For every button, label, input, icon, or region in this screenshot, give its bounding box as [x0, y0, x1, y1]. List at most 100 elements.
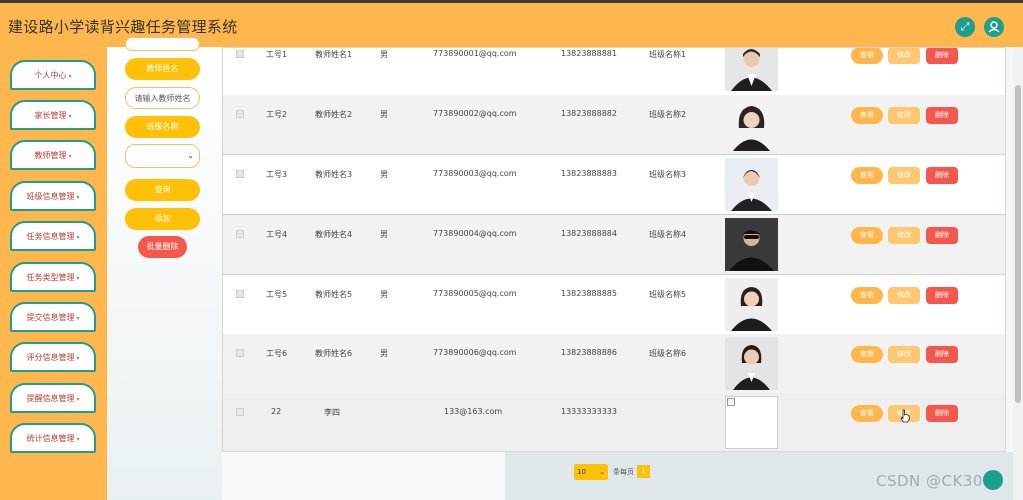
cell-name: 教师姓名5	[315, 290, 353, 299]
delete-button[interactable]: 删除	[926, 167, 958, 184]
row-checkbox[interactable]	[236, 110, 244, 118]
row-checkbox[interactable]	[236, 50, 244, 58]
sidebar-item-personal-center[interactable]: 个人中心 ▾	[10, 60, 96, 90]
cell-name: 教师姓名2	[315, 110, 353, 119]
per-page-label: 条每页	[613, 468, 634, 476]
teacher-photo	[725, 278, 778, 331]
table-row: 工号3 教师姓名3 男 773890003@qq.com 13823888883…	[223, 155, 1005, 215]
batch-delete-button[interactable]: 批量删除	[138, 236, 187, 258]
cell-email: 773890002@qq.com	[433, 109, 517, 118]
row-checkbox[interactable]	[236, 408, 244, 416]
fullscreen-icon[interactable]: ⤢	[955, 17, 975, 37]
view-button[interactable]: 查看	[851, 287, 883, 304]
delete-button[interactable]: 删除	[926, 107, 958, 124]
sidebar-item-class-mgmt[interactable]: 班级信息管理 ▾	[10, 181, 96, 211]
cell-id: 工号1	[266, 50, 288, 59]
portrait-image	[725, 158, 778, 211]
teacher-name-label: 教师姓名	[125, 58, 200, 80]
sidebar-item-reminder-mgmt[interactable]: 提醒信息管理 ▾	[10, 383, 96, 413]
chevron-down-icon: ▾	[68, 73, 72, 80]
delete-button[interactable]: 删除	[926, 287, 958, 304]
cell-gender: 男	[380, 170, 388, 179]
row-checkbox[interactable]	[236, 230, 244, 238]
teacher-photo	[725, 48, 778, 91]
edit-button[interactable]: 修改	[888, 346, 920, 363]
view-button[interactable]: 查看	[851, 167, 883, 184]
add-button[interactable]: 添加	[125, 208, 200, 230]
sidebar-item-label: 评分信息管理	[26, 353, 75, 362]
chevron-down-icon: ▾	[76, 275, 80, 282]
hand-pointer-icon	[900, 409, 910, 423]
edit-button[interactable]: 修改	[888, 48, 920, 64]
delete-button[interactable]: 删除	[926, 405, 958, 422]
class-name-select[interactable]: ⌄	[125, 144, 200, 168]
teacher-photo	[725, 158, 778, 211]
sidebar-item-parent-mgmt[interactable]: 家长管理 ▾	[10, 100, 96, 130]
sidebar-item-teacher-mgmt[interactable]: 教师管理 ▾	[10, 140, 96, 170]
cell-phone: 13823888883	[561, 169, 617, 178]
sidebar-item-task-mgmt[interactable]: 任务信息管理 ▾	[10, 221, 96, 251]
cell-phone: 13823888881	[561, 49, 617, 58]
cell-gender: 男	[380, 110, 388, 119]
query-button[interactable]: 查询	[125, 179, 200, 201]
teacher-photo	[725, 396, 778, 449]
teacher-photo	[725, 98, 778, 151]
cell-email: 773890006@qq.com	[433, 348, 517, 357]
page-number-button[interactable]: 1	[637, 465, 650, 478]
table-row: 22 李四 133@163.com 13333333333 查看 修改 删除	[223, 393, 1005, 451]
view-button[interactable]: 查看	[851, 346, 883, 363]
teacher-id-input[interactable]	[125, 37, 200, 51]
cell-id: 工号3	[266, 170, 288, 179]
page-size-select[interactable]: 10 ⌄	[574, 464, 608, 480]
chevron-down-icon: ▾	[76, 234, 80, 241]
cell-id: 22	[271, 407, 282, 416]
view-button[interactable]: 查看	[851, 405, 883, 422]
user-avatar-icon[interactable]	[984, 17, 1004, 37]
teacher-table: 工号1 教师姓名1 男 773890001@qq.com 13823888881…	[222, 47, 1006, 452]
cell-phone: 13823888886	[561, 348, 617, 357]
table-row: 工号6 教师姓名6 男 773890006@qq.com 13823888886…	[223, 334, 1005, 394]
view-button[interactable]: 查看	[851, 48, 883, 64]
sidebar-item-score-mgmt[interactable]: 评分信息管理 ▾	[10, 342, 96, 372]
sidebar-item-label: 任务类型管理	[26, 273, 75, 282]
edit-button[interactable]: 修改	[888, 227, 920, 244]
cell-id: 工号2	[266, 110, 288, 119]
sidebar-item-stats-mgmt[interactable]: 统计信息管理 ▾	[10, 423, 96, 453]
teacher-name-input[interactable]: 请输入教师姓名	[125, 87, 200, 109]
cell-class: 班级名称5	[649, 290, 687, 299]
edit-button[interactable]: 修改	[888, 167, 920, 184]
delete-button[interactable]: 删除	[926, 346, 958, 363]
chevron-down-icon: ⌄	[599, 468, 605, 476]
view-button[interactable]: 查看	[851, 227, 883, 244]
row-checkbox[interactable]	[236, 170, 244, 178]
cell-phone: 13823888885	[561, 289, 617, 298]
delete-button[interactable]: 删除	[926, 227, 958, 244]
row-checkbox[interactable]	[236, 290, 244, 298]
delete-button[interactable]: 删除	[926, 48, 958, 64]
sidebar-item-task-type-mgmt[interactable]: 任务类型管理 ▾	[10, 262, 96, 292]
cell-class: 班级名称6	[649, 349, 687, 358]
sidebar-item-label: 统计信息管理	[26, 434, 75, 443]
cell-name: 教师姓名3	[315, 170, 353, 179]
cell-email: 773890003@qq.com	[433, 169, 517, 178]
portrait-image	[725, 278, 778, 331]
row-checkbox[interactable]	[236, 349, 244, 357]
scrollbar-thumb[interactable]	[1015, 85, 1021, 403]
sidebar: 个人中心 ▾ 家长管理 ▾ 教师管理 ▾ 班级信息管理 ▾ 任务信息管理 ▾ 任务类型管理…	[0, 47, 107, 500]
portrait-image	[725, 98, 778, 151]
portrait-image	[725, 218, 778, 271]
view-button[interactable]: 查看	[851, 107, 883, 124]
sidebar-item-label: 家长管理	[34, 111, 67, 120]
sidebar-item-submission-mgmt[interactable]: 提交信息管理 ▾	[10, 302, 96, 332]
edit-button[interactable]: 修改	[888, 287, 920, 304]
sidebar-item-label: 提醒信息管理	[26, 394, 75, 403]
edit-button[interactable]: 修改	[888, 107, 920, 124]
sidebar-item-label: 班级信息管理	[26, 192, 75, 201]
floating-action-button[interactable]	[983, 470, 1003, 490]
chevron-down-icon: ▾	[76, 396, 80, 403]
cell-name: 李四	[324, 408, 340, 417]
cell-class: 班级名称2	[649, 110, 687, 119]
cell-gender: 男	[380, 50, 388, 59]
chevron-down-icon: ▾	[76, 436, 80, 443]
cell-email: 773890005@qq.com	[433, 289, 517, 298]
